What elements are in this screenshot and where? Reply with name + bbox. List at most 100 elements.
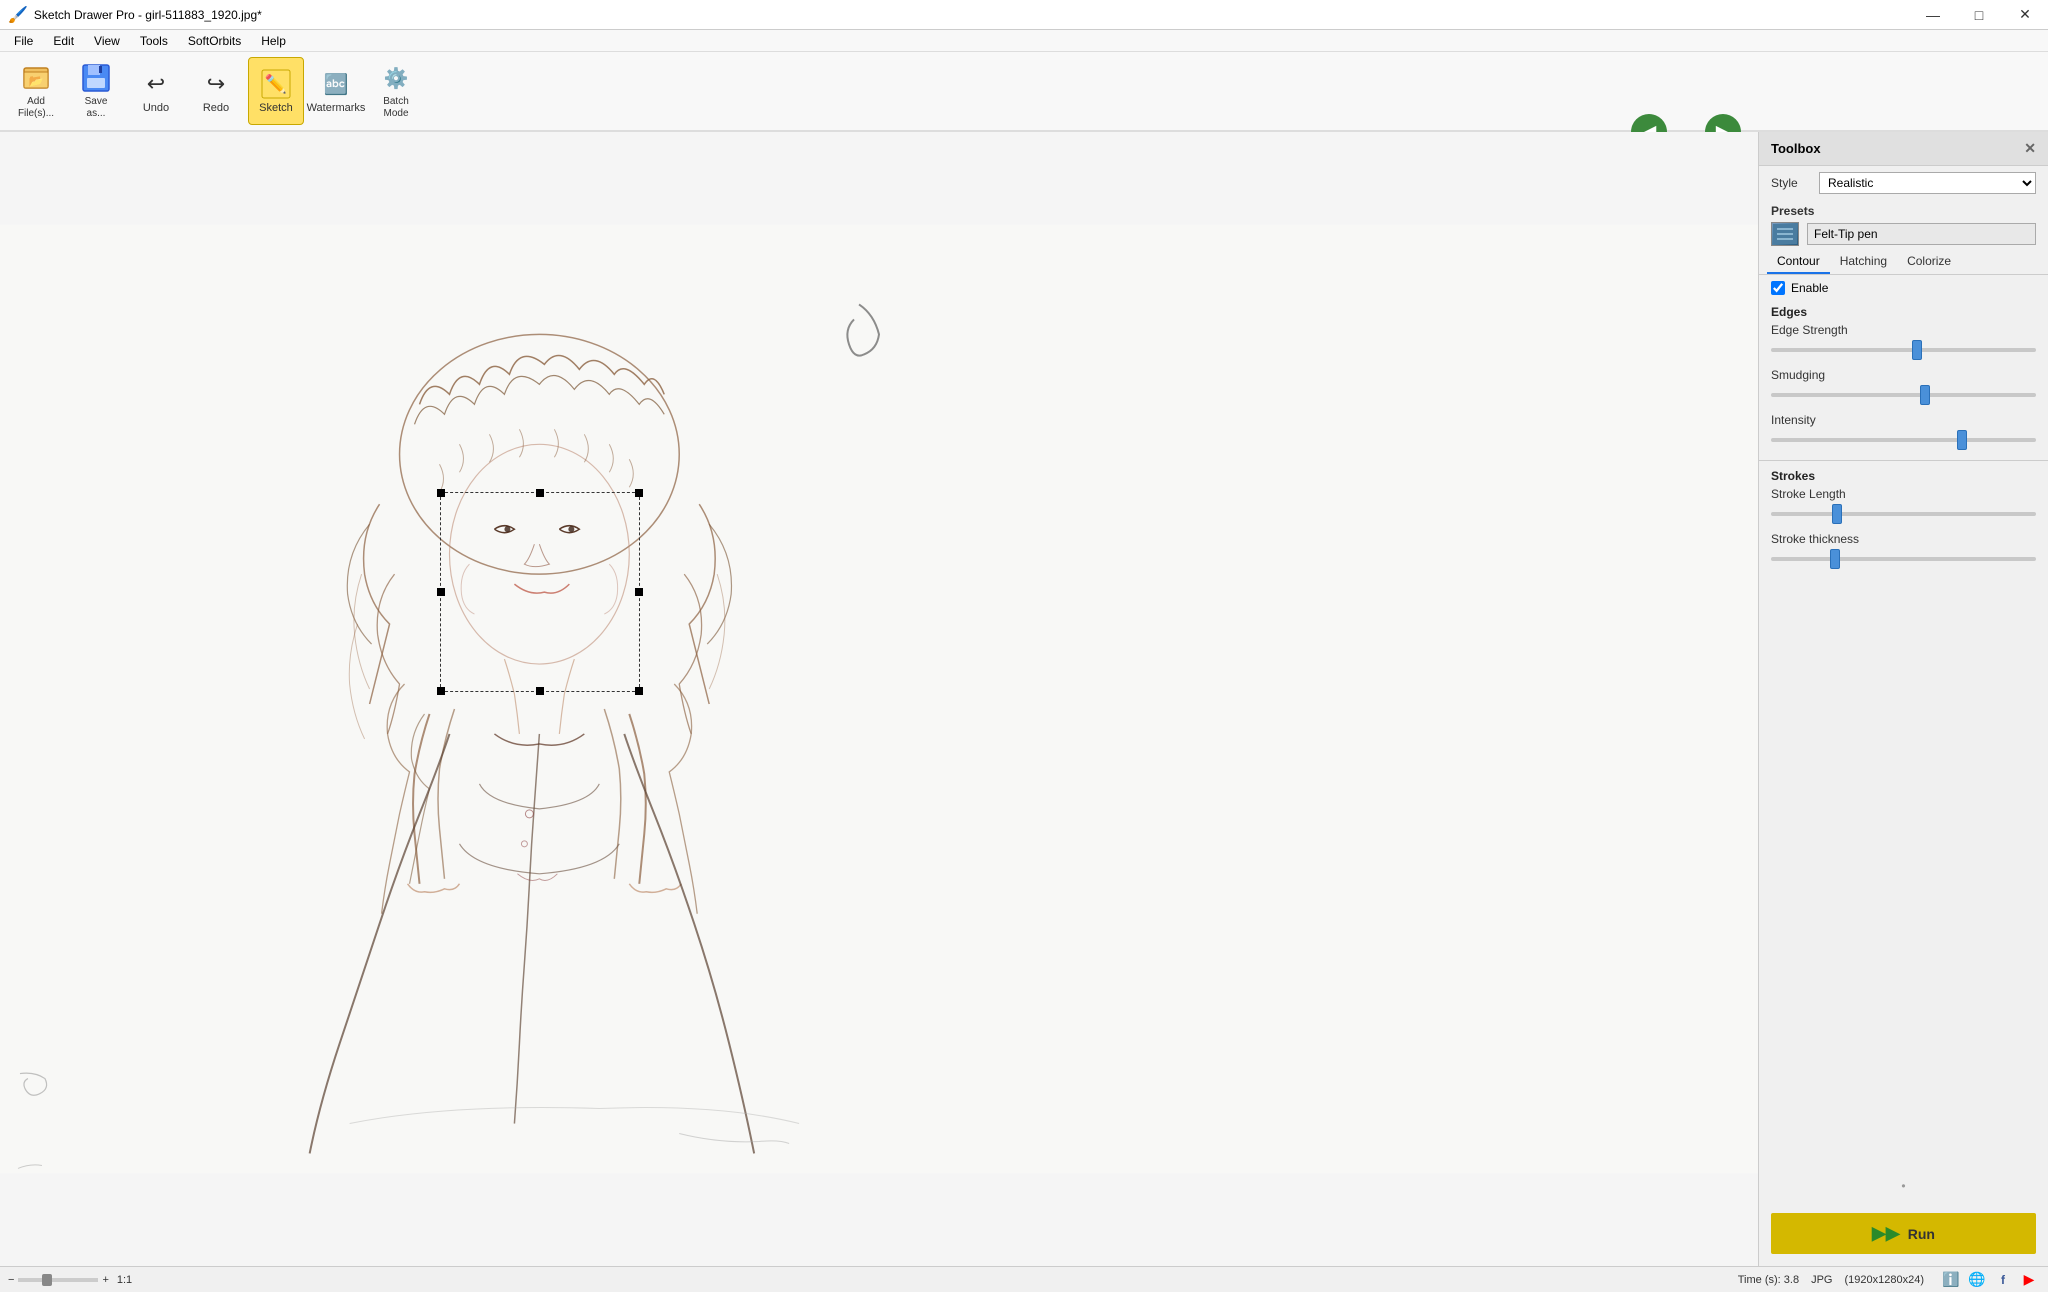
add-files-label: AddFile(s)... [18,96,54,120]
smudging-label: Smudging [1771,368,2036,382]
smudging-row: Smudging [1759,366,2048,411]
main-area: Toolbox ✕ Style Realistic Cartoon Pencil… [0,132,2048,1266]
zoom-controls: − + 1:1 [8,1274,132,1286]
toolbox-panel: Toolbox ✕ Style Realistic Cartoon Pencil… [1758,132,2048,1266]
dimensions-label: (1920x1280x24) [1844,1274,1924,1286]
edge-strength-row: Edge Strength [1759,321,2048,366]
zoom-in-icon[interactable]: + [102,1274,108,1286]
redo-label: Redo [203,102,229,114]
canvas-area[interactable] [0,132,1758,1266]
intensity-thumb[interactable] [1957,430,1967,450]
sketch-button[interactable]: ✏️ Sketch [248,57,304,125]
enable-label: Enable [1791,281,1828,295]
intensity-label: Intensity [1771,413,2036,427]
batch-mode-label: BatchMode [383,96,409,120]
batch-mode-button[interactable]: ⚙️ BatchMode [368,57,424,125]
run-label: Run [1908,1226,1935,1242]
batch-mode-icon: ⚙️ [380,62,412,94]
menu-file[interactable]: File [4,30,43,52]
status-info: Time (s): 3.8 JPG (1920x1280x24) [1738,1274,1924,1286]
zoom-track[interactable] [18,1278,98,1282]
presets-icon [1771,222,1799,246]
minimize-button[interactable]: — [1910,0,1956,30]
strokes-divider [1759,460,2048,461]
globe-icon-button[interactable]: 🌐 [1966,1269,1988,1291]
edge-strength-slider-wrapper [1771,340,2036,360]
tab-hatching[interactable]: Hatching [1830,250,1897,274]
zoom-out-icon[interactable]: − [8,1274,14,1286]
info-icon-button[interactable]: ℹ️ [1940,1269,1962,1291]
watermarks-button[interactable]: 🔤 Watermarks [308,57,364,125]
stroke-thickness-slider-wrapper [1771,549,2036,569]
edge-strength-track[interactable] [1771,348,2036,352]
presets-select[interactable]: Felt-Tip pen Pencil Charcoal Ink Pen Wat… [1807,223,2036,245]
presets-select-wrapper: Felt-Tip pen Pencil Charcoal Ink Pen Wat… [1807,223,2036,245]
youtube-icon-button[interactable]: ▶ [2018,1269,2040,1291]
edge-strength-thumb[interactable] [1912,340,1922,360]
svg-text:📂: 📂 [29,74,44,88]
smudging-thumb[interactable] [1920,385,1930,405]
smudging-track[interactable] [1771,393,2036,397]
facebook-icon-button[interactable]: f [1992,1269,2014,1291]
menu-tools[interactable]: Tools [130,30,178,52]
strokes-label: Strokes [1759,465,2048,485]
stroke-thickness-row: Stroke thickness [1759,530,2048,575]
menu-bar: File Edit View Tools SoftOrbits Help [0,30,2048,52]
watermarks-icon: 🔤 [320,68,352,100]
save-as-label: Saveas... [85,96,108,120]
intensity-row: Intensity [1759,411,2048,456]
stroke-length-thumb[interactable] [1832,504,1842,524]
undo-button[interactable]: ↩ Undo [128,57,184,125]
window-controls: — □ ✕ [1910,0,2048,29]
toolbox-close-button[interactable]: ✕ [2024,140,2036,157]
presets-select-row: Felt-Tip pen Pencil Charcoal Ink Pen Wat… [1759,222,2048,250]
save-as-button[interactable]: Saveas... [68,57,124,125]
toolbox-title: Toolbox [1771,141,1821,156]
svg-text:✏️: ✏️ [265,73,287,94]
presets-label: Presets [1771,204,1814,218]
close-button[interactable]: ✕ [2002,0,2048,30]
undo-icon: ↩ [140,68,172,100]
zoom-thumb[interactable] [42,1274,52,1286]
toolbar: 📂 AddFile(s)... Saveas... ↩ Undo ↪ Redo … [0,52,2048,132]
sketch-icon: ✏️ [260,68,292,100]
status-bar: − + 1:1 Time (s): 3.8 JPG (1920x1280x24)… [0,1266,2048,1292]
watermarks-label: Watermarks [307,102,366,114]
stroke-thickness-track[interactable] [1771,557,2036,561]
edge-strength-label: Edge Strength [1771,323,2036,337]
run-arrow-icon: ▶▶ [1872,1223,1900,1244]
menu-softorbits[interactable]: SoftOrbits [178,30,251,52]
stroke-length-label: Stroke Length [1771,487,2036,501]
toolbox-header: Toolbox ✕ [1759,132,2048,166]
status-icons: ℹ️ 🌐 f ▶ [1940,1269,2040,1291]
format-label: JPG [1811,1274,1832,1286]
toolbox-tabs: Contour Hatching Colorize [1759,250,2048,275]
undo-label: Undo [143,102,169,114]
redo-icon: ↪ [200,68,232,100]
add-files-button[interactable]: 📂 AddFile(s)... [8,57,64,125]
intensity-slider-wrapper [1771,430,2036,450]
menu-edit[interactable]: Edit [43,30,84,52]
maximize-button[interactable]: □ [1956,0,2002,30]
redo-button[interactable]: ↪ Redo [188,57,244,125]
run-button[interactable]: ▶▶ Run [1771,1213,2036,1254]
tab-colorize[interactable]: Colorize [1897,250,1961,274]
tab-contour[interactable]: Contour [1767,250,1830,274]
add-files-icon: 📂 [20,62,52,94]
enable-checkbox[interactable] [1771,281,1785,295]
stroke-thickness-thumb[interactable] [1830,549,1840,569]
presets-row: Presets [1759,200,2048,222]
edges-label: Edges [1759,301,2048,321]
menu-view[interactable]: View [84,30,130,52]
app-icon: 🖌️ [8,5,28,25]
sketch-label: Sketch [259,102,293,114]
intensity-track[interactable] [1771,438,2036,442]
stroke-length-track[interactable] [1771,512,2036,516]
stroke-length-slider-wrapper [1771,504,2036,524]
style-select[interactable]: Realistic Cartoon Pencil Ink [1819,172,2036,194]
style-row: Style Realistic Cartoon Pencil Ink [1759,166,2048,200]
enable-row: Enable [1759,275,2048,301]
style-label: Style [1771,176,1811,190]
sketch-canvas[interactable] [0,132,1758,1266]
menu-help[interactable]: Help [251,30,296,52]
